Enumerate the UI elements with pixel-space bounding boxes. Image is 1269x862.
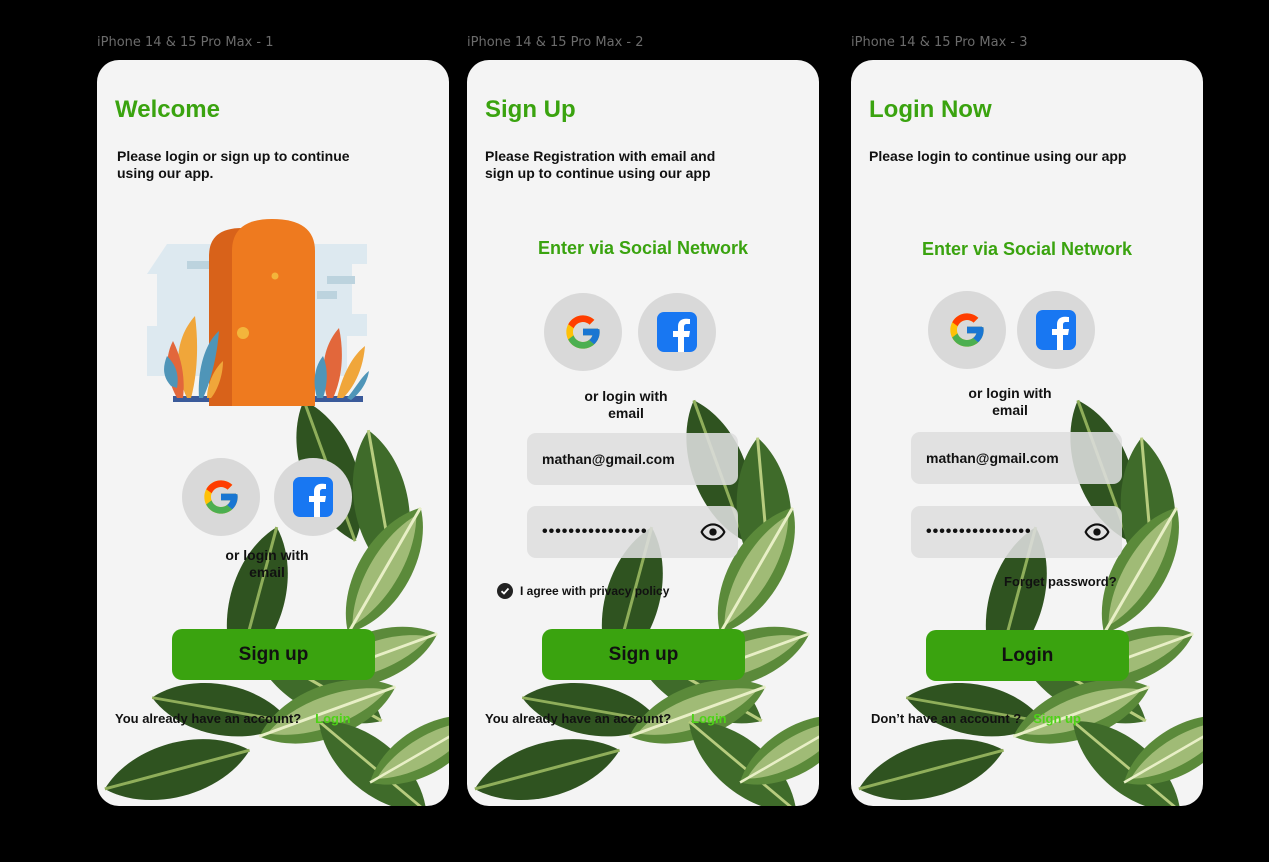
or-login-email-text: or login with email	[968, 385, 1052, 418]
phone-screen-welcome: Welcome Please login or sign up to conti…	[97, 60, 449, 806]
bottom-text: You already have an account?	[485, 711, 672, 726]
google-icon	[204, 480, 238, 514]
email-value: mathan@gmail.com	[542, 451, 675, 467]
signup-button[interactable]: Sign up	[542, 629, 745, 680]
eye-icon[interactable]	[1084, 519, 1110, 545]
checkmark-icon	[500, 587, 510, 595]
login-button[interactable]: Login	[926, 630, 1129, 681]
password-value: ••••••••••••••••	[542, 523, 648, 540]
signup-link[interactable]: Sign up	[1033, 711, 1081, 726]
privacy-policy-label: I agree with privacy policy	[520, 584, 670, 598]
privacy-policy-row: I agree with privacy policy	[497, 583, 669, 599]
bottom-prompt: Don’t have an account ? Sign up	[871, 711, 1081, 726]
privacy-checkbox[interactable]	[497, 583, 513, 599]
google-login-button[interactable]	[182, 458, 260, 536]
social-network-heading: Enter via Social Network	[921, 239, 1133, 259]
page-subtitle: Please login to continue using our app	[869, 148, 1127, 164]
login-link[interactable]: Login	[691, 711, 726, 726]
social-network-heading: Enter via Social Network	[537, 238, 749, 258]
facebook-icon	[657, 312, 697, 352]
or-login-email-text: or login with email	[225, 547, 309, 580]
google-icon	[566, 315, 600, 349]
facebook-icon	[1036, 310, 1076, 350]
page-title: Login Now	[869, 96, 992, 123]
frame-label: iPhone 14 & 15 Pro Max - 3	[851, 35, 1028, 50]
phone-screen-signup: Sign Up Please Registration with email a…	[467, 60, 819, 806]
google-login-button[interactable]	[544, 293, 622, 371]
phone-screen-login: Login Now Please login to continue using…	[851, 60, 1203, 806]
login-link[interactable]: Login	[315, 711, 350, 726]
bottom-prompt: You already have an account? Login	[115, 711, 351, 726]
bottom-text: Don’t have an account ?	[871, 711, 1022, 726]
frame-label: iPhone 14 & 15 Pro Max - 1	[97, 35, 274, 50]
page-subtitle: Please login or sign up to continue usin…	[117, 148, 350, 181]
page-subtitle: Please Registration with email and sign …	[485, 148, 716, 181]
facebook-icon	[293, 477, 333, 517]
forget-password-link[interactable]: Forget password?	[1004, 574, 1117, 589]
email-value: mathan@gmail.com	[926, 450, 1059, 466]
frame-label: iPhone 14 & 15 Pro Max - 2	[467, 35, 644, 50]
facebook-login-button[interactable]	[638, 293, 716, 371]
page-title: Welcome	[115, 96, 220, 123]
or-login-email-text: or login with email	[584, 388, 668, 421]
password-field[interactable]: ••••••••••••••••	[527, 506, 738, 558]
google-login-button[interactable]	[928, 291, 1006, 369]
bottom-text: You already have an account?	[115, 711, 302, 726]
eye-icon[interactable]	[700, 519, 726, 545]
door-illustration-icon	[147, 219, 369, 406]
password-value: ••••••••••••••••	[926, 523, 1032, 540]
google-icon	[950, 313, 984, 347]
bottom-prompt: You already have an account? Login	[485, 711, 727, 726]
facebook-login-button[interactable]	[1017, 291, 1095, 369]
password-field[interactable]: ••••••••••••••••	[911, 506, 1122, 558]
email-field[interactable]: mathan@gmail.com	[911, 432, 1122, 484]
facebook-login-button[interactable]	[274, 458, 352, 536]
page-title: Sign Up	[485, 96, 576, 123]
signup-button[interactable]: Sign up	[172, 629, 375, 680]
email-field[interactable]: mathan@gmail.com	[527, 433, 738, 485]
